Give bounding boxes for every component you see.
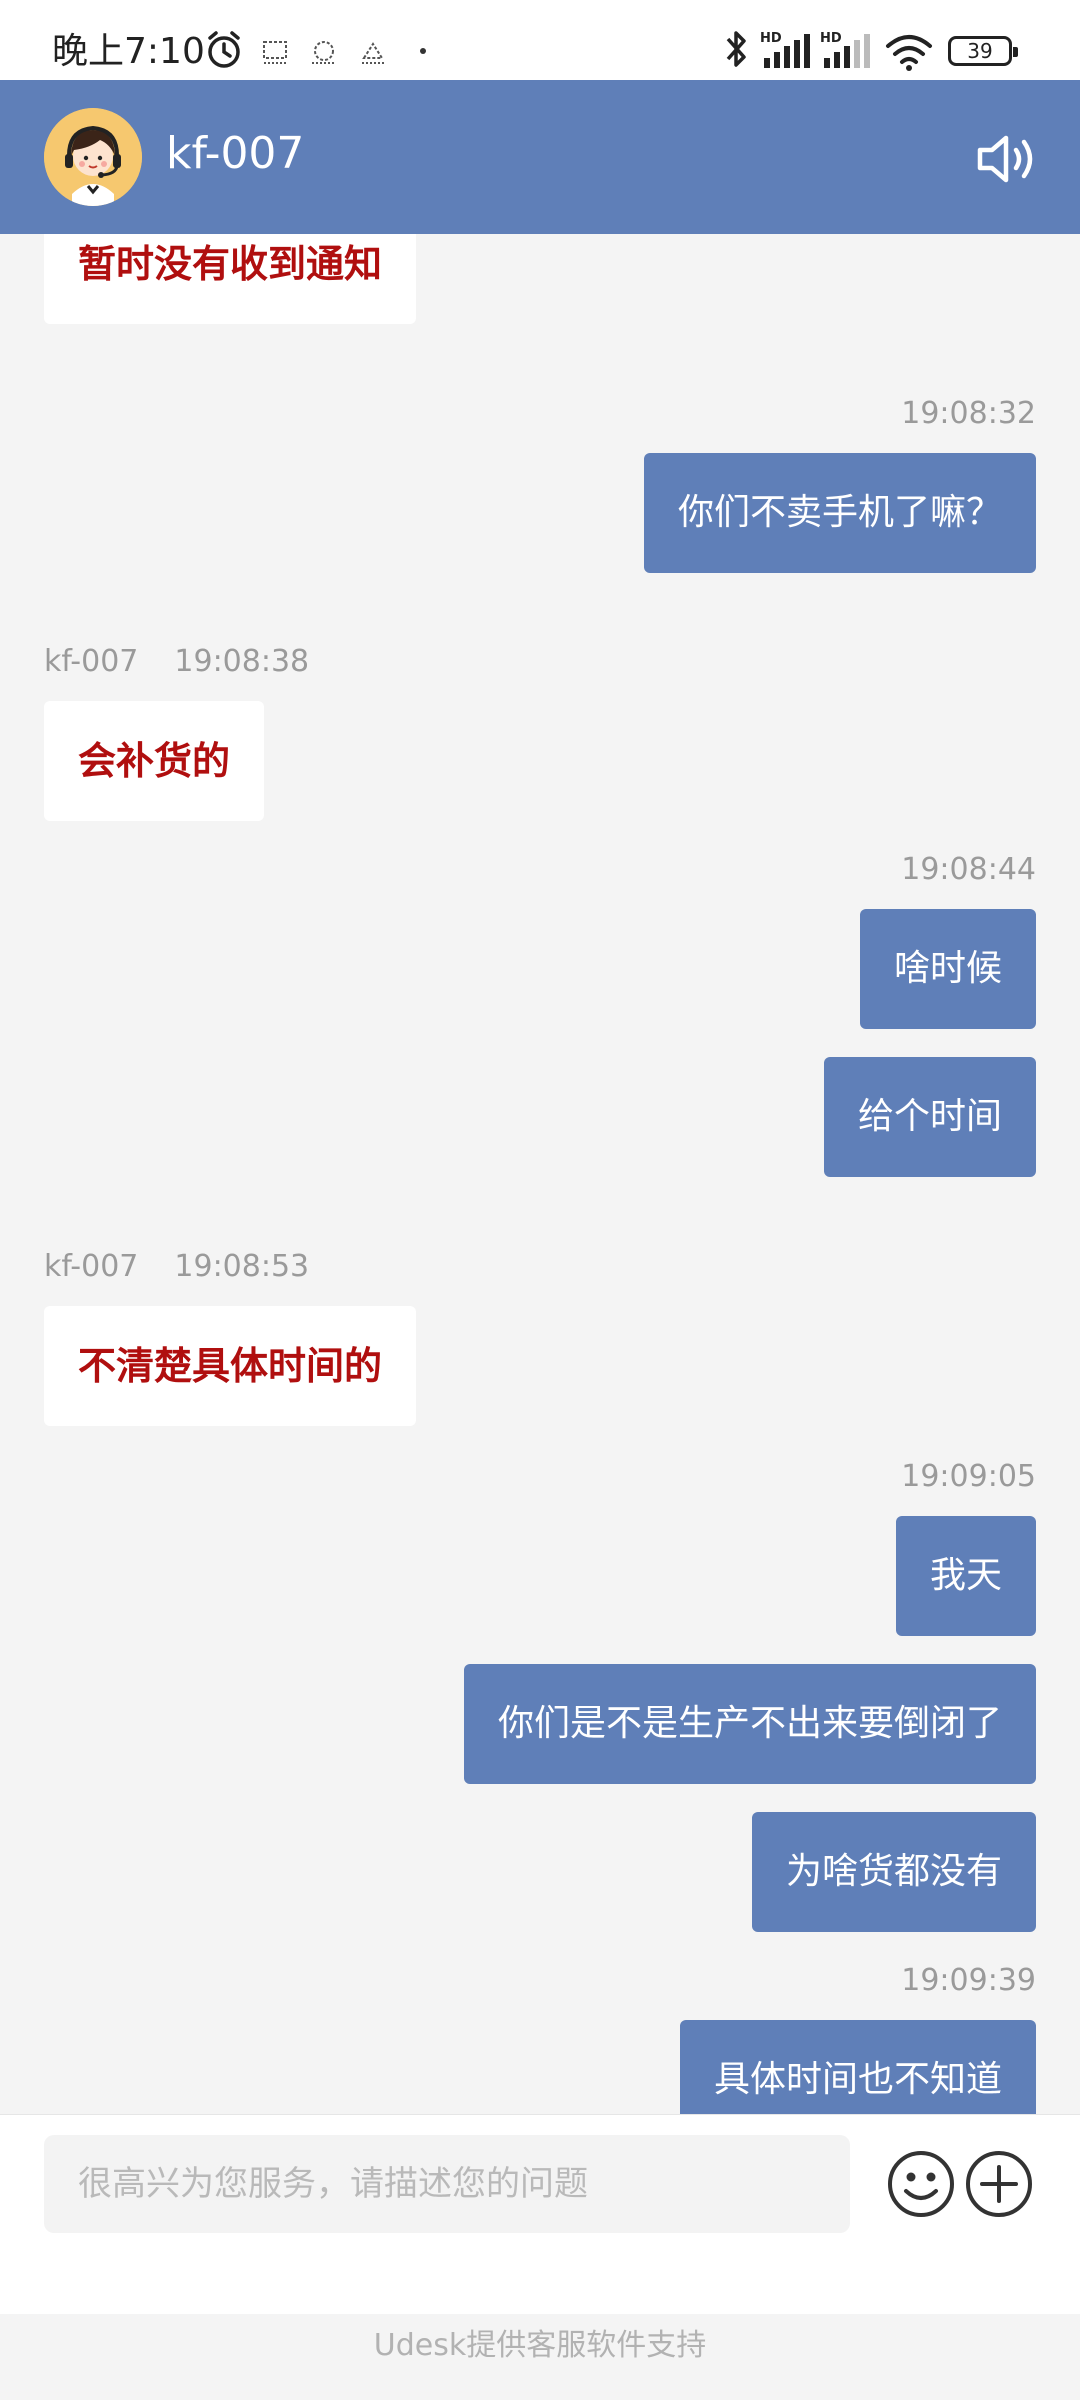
emoji-icon[interactable] xyxy=(886,2149,956,2219)
battery-level: 39 xyxy=(967,39,993,63)
message-text: 会补货的 xyxy=(78,739,231,783)
bluetooth-icon xyxy=(726,31,746,67)
message-text: 给个时间 xyxy=(857,1096,1002,1137)
message-text: 暂时没有收到通知 xyxy=(78,242,383,286)
wifi-icon xyxy=(886,35,932,71)
support-agent-avatar xyxy=(44,108,142,206)
agent-message: 会补货的 xyxy=(44,701,265,821)
message-meta: kf-007 19:08:53 xyxy=(44,1249,309,1284)
timestamp-text: 19:08:53 xyxy=(174,1249,310,1284)
speaker-icon[interactable] xyxy=(972,126,1038,192)
user-message: 你们是不是生产不出来要倒闭了 xyxy=(463,1664,1036,1784)
support-agent-icon xyxy=(44,108,142,206)
user-message: 你们不卖手机了嘛？ xyxy=(643,453,1036,573)
add-attachment-icon[interactable] xyxy=(964,2149,1034,2219)
status-time: 晚上7:10 xyxy=(52,31,205,72)
message-input[interactable] xyxy=(44,2135,850,2233)
app-icon xyxy=(263,41,287,64)
message-timestamp: 19:09:05 xyxy=(901,1459,1036,1494)
message-text: 啥时候 xyxy=(893,948,1002,989)
message-text: 不清楚具体时间的 xyxy=(78,1344,383,1388)
signal-icon: HD xyxy=(820,31,870,68)
agent-message: 不清楚具体时间的 xyxy=(44,1306,417,1426)
timestamp-text: 19:08:44 xyxy=(901,852,1036,887)
user-message: 为啥货都没有 xyxy=(751,1812,1036,1932)
message-timestamp: 19:08:32 xyxy=(901,396,1036,431)
user-message: 啥时候 xyxy=(859,909,1036,1029)
timestamp-text: 19:09:39 xyxy=(901,1963,1036,1998)
message-timestamp: 19:08:44 xyxy=(901,852,1036,887)
message-meta: kf-007 19:08:38 xyxy=(44,644,309,679)
agent-name: kf-007 xyxy=(166,128,305,179)
app-icon xyxy=(362,42,384,64)
timestamp-text: 19:08:32 xyxy=(901,396,1036,431)
user-message: 具体时间也不知道 xyxy=(679,2020,1036,2114)
notification-dot xyxy=(420,48,426,54)
alarm-icon xyxy=(208,31,240,68)
message-text: 具体时间也不知道 xyxy=(713,2059,1002,2100)
chat-message-list[interactable]: 暂时没有收到通知 19:08:32 你们不卖手机了嘛？ kf-007 19:08:… xyxy=(0,234,1080,2114)
app-icon xyxy=(312,41,336,64)
message-text: 你们不卖手机了嘛？ xyxy=(677,492,1002,533)
chat-header: kf-007 xyxy=(0,80,1080,234)
user-message: 给个时间 xyxy=(823,1057,1036,1177)
message-input-bar xyxy=(0,2114,1080,2314)
sender-name: kf-007 xyxy=(44,644,139,679)
svg-text:HD: HD xyxy=(820,31,842,46)
message-text: 为啥货都没有 xyxy=(785,1851,1002,1892)
agent-message: 暂时没有收到通知 xyxy=(44,234,417,324)
message-text: 你们是不是生产不出来要倒闭了 xyxy=(497,1703,1002,1744)
status-bar: 晚上7:10 HD HD 39 xyxy=(0,0,1080,80)
timestamp-text: 19:08:38 xyxy=(174,644,310,679)
battery-icon: 39 xyxy=(948,36,1018,66)
timestamp-text: 19:09:05 xyxy=(901,1459,1036,1494)
sender-name: kf-007 xyxy=(44,1249,139,1284)
signal-icon: HD xyxy=(760,31,810,68)
message-timestamp: 19:09:39 xyxy=(901,1963,1036,1998)
user-message: 我天 xyxy=(895,1516,1036,1636)
message-text: 我天 xyxy=(929,1555,1002,1596)
svg-text:HD: HD xyxy=(760,31,782,46)
powered-by-footer: Udesk提供客服软件支持 xyxy=(373,2328,707,2363)
